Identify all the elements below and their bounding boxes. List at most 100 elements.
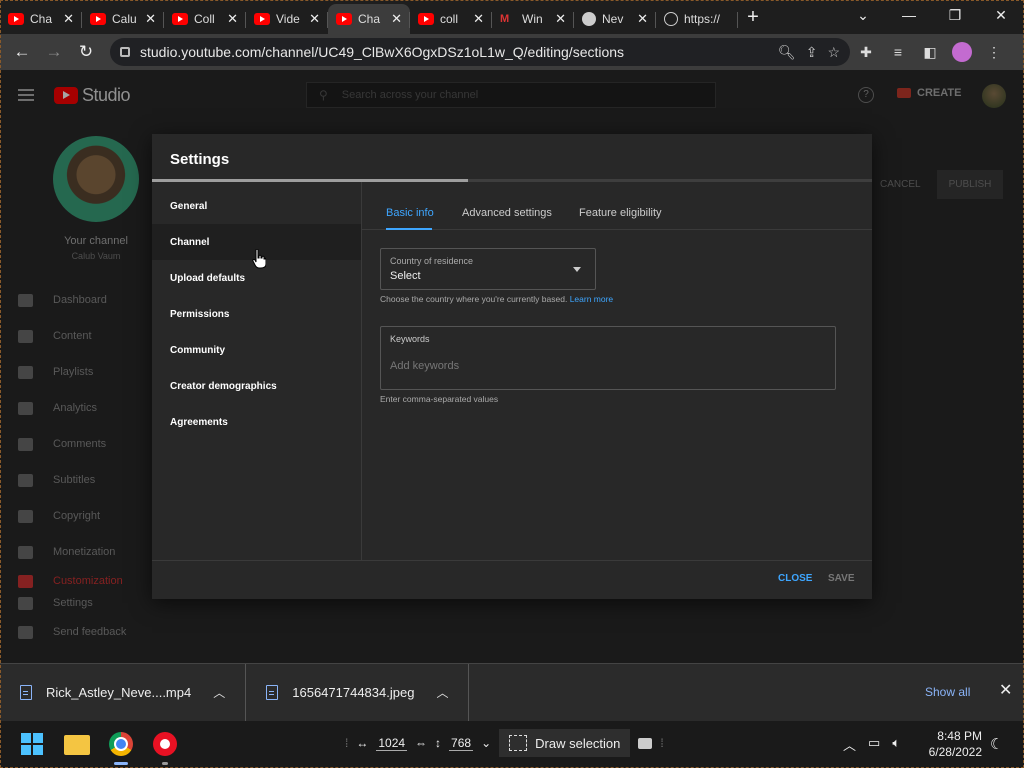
close-tab-icon[interactable]: ✕ <box>145 11 156 27</box>
extensions-icon[interactable]: ✚ <box>850 44 882 61</box>
close-window-button[interactable]: ✕ <box>978 7 1024 24</box>
country-label: Country of residence <box>390 256 474 266</box>
chrome-icon[interactable] <box>109 732 133 756</box>
youtube-icon <box>418 13 434 25</box>
screen-recorder-icon[interactable] <box>153 732 177 756</box>
close-tab-icon[interactable]: ✕ <box>227 11 238 27</box>
focus-assist-moon-icon[interactable]: ☾ <box>990 735 1003 753</box>
browser-tab[interactable]: https:// <box>656 4 738 34</box>
browser-toolbar: ← → ↻ studio.youtube.com/channel/UC49_Cl… <box>0 34 1024 70</box>
country-help-text: Choose the country where you're currentl… <box>380 294 613 304</box>
keywords-field[interactable]: Keywords Add keywords <box>380 326 836 390</box>
taskbar: ⁞ ↔ 1024 ⇔ ↕ 768 ⌄ Draw selection ⁞ ︿ ▭ … <box>0 721 1024 768</box>
tab-title: Coll <box>194 12 215 26</box>
tab-strip: Cha ✕ Calu ✕ Coll ✕ Vide ✕ Cha ✕ coll ✕ M Win ✕ … <box>0 0 1024 34</box>
capture-toolbar: ⁞ ↔ 1024 ⇔ ↕ 768 ⌄ Draw selection ⁞ <box>345 725 664 761</box>
link-icon[interactable]: ⇔ <box>415 736 427 750</box>
minimize-button[interactable]: — <box>886 7 932 23</box>
drag-handle-icon[interactable]: ⁞ <box>345 736 348 750</box>
windows-start-icon[interactable] <box>21 733 43 755</box>
settings-nav-general[interactable]: General <box>152 188 361 224</box>
clock-time: 8:48 PM <box>937 729 982 743</box>
side-panel-icon[interactable]: ◧ <box>914 44 946 61</box>
bookmark-star-icon[interactable]: ☆ <box>827 44 840 61</box>
browser-tab[interactable]: Cha ✕ <box>0 4 82 34</box>
tab-title: Nev <box>602 12 624 26</box>
dialog-footer-divider <box>152 560 872 561</box>
close-tab-icon[interactable]: ✕ <box>555 11 566 27</box>
network-icon[interactable]: ▭ <box>868 735 880 754</box>
running-indicator <box>114 762 128 765</box>
browser-tab[interactable]: coll ✕ <box>410 4 492 34</box>
browser-tab[interactable]: Vide ✕ <box>246 4 328 34</box>
show-all-button[interactable]: Show all <box>925 685 970 699</box>
tab-title: coll <box>440 12 459 26</box>
tab-title: Cha <box>30 12 53 26</box>
width-icon: ↔ <box>356 736 369 750</box>
selection-icon <box>509 735 528 751</box>
close-button[interactable]: CLOSE <box>778 573 812 584</box>
browser-tab[interactable]: Coll ✕ <box>164 4 246 34</box>
chevron-down-icon[interactable]: ⌄ <box>481 736 491 750</box>
media-control-icon[interactable]: ≡ <box>882 44 914 60</box>
settings-dialog: Settings General Channel Upload defaults… <box>152 134 872 599</box>
download-item[interactable]: 1656471744834.jpeg ︿ <box>246 663 470 722</box>
keywords-input[interactable]: Add keywords <box>390 360 459 372</box>
height-value[interactable]: 768 <box>449 736 474 751</box>
file-icon <box>266 685 279 700</box>
globe-icon <box>664 12 678 26</box>
browser-menu-icon[interactable]: ⋮ <box>978 44 1010 61</box>
chevron-up-icon[interactable]: ︿ <box>213 684 225 701</box>
tab-title: Calu <box>112 12 137 26</box>
volume-icon[interactable]: 🔈︎ <box>892 735 900 754</box>
restore-button[interactable]: ❐ <box>932 7 978 24</box>
settings-nav-community[interactable]: Community <box>152 332 361 368</box>
youtube-icon <box>90 13 106 25</box>
lock-icon[interactable] <box>120 47 130 57</box>
tab-advanced-settings[interactable]: Advanced settings <box>462 207 552 219</box>
tab-search-icon[interactable]: ⌄ <box>840 7 886 24</box>
chevron-up-icon[interactable]: ︿ <box>843 735 856 754</box>
download-item[interactable]: Rick_Astley_Neve....mp4 ︿ <box>0 663 247 722</box>
draw-selection-label: Draw selection <box>535 735 621 751</box>
reload-button[interactable]: ↻ <box>70 42 102 62</box>
country-select[interactable]: Country of residence Select <box>380 248 596 290</box>
close-downloads-icon[interactable]: ✕ <box>999 680 1012 700</box>
close-tab-icon[interactable]: ✕ <box>473 11 484 27</box>
system-tray: ︿ ▭ 🔈︎ <box>843 735 900 754</box>
learn-more-link[interactable]: Learn more <box>570 294 613 304</box>
profile-avatar[interactable] <box>952 42 972 62</box>
close-tab-icon[interactable]: ✕ <box>63 11 74 27</box>
forward-button[interactable]: → <box>38 42 70 62</box>
clock[interactable]: 8:48 PM 6/28/2022 <box>920 728 982 760</box>
width-value[interactable]: 1024 <box>376 736 408 751</box>
dropdown-arrow-icon <box>573 267 581 272</box>
drag-handle-icon[interactable]: ⁞ <box>660 736 663 750</box>
url-text[interactable]: studio.youtube.com/channel/UC49_ClBwX6Og… <box>140 44 768 60</box>
close-tab-icon[interactable]: ✕ <box>391 11 402 27</box>
zoom-icon[interactable]: 🔍︎ <box>778 44 796 61</box>
browser-tab-active[interactable]: Cha ✕ <box>328 4 410 34</box>
settings-nav-creator-demographics[interactable]: Creator demographics <box>152 368 361 404</box>
browser-tab[interactable]: M Win ✕ <box>492 4 574 34</box>
close-tab-icon[interactable]: ✕ <box>637 11 648 27</box>
chevron-up-icon[interactable]: ︿ <box>436 684 448 701</box>
settings-nav-agreements[interactable]: Agreements <box>152 404 361 440</box>
close-tab-icon[interactable]: ✕ <box>309 11 320 27</box>
settings-nav-permissions[interactable]: Permissions <box>152 296 361 332</box>
file-explorer-icon[interactable] <box>64 735 90 755</box>
new-tab-button[interactable]: + <box>738 6 768 29</box>
tab-basic-info[interactable]: Basic info <box>386 207 434 219</box>
browser-tab[interactable]: Calu ✕ <box>82 4 164 34</box>
file-icon <box>20 685 32 700</box>
back-button[interactable]: ← <box>6 42 38 62</box>
share-icon[interactable]: ⇪ <box>806 44 818 61</box>
tab-feature-eligibility[interactable]: Feature eligibility <box>579 207 662 219</box>
camera-icon[interactable] <box>638 737 653 749</box>
settings-nav: General Channel Upload defaults Permissi… <box>152 188 361 440</box>
browser-tab[interactable]: Nev ✕ <box>574 4 656 34</box>
address-bar[interactable]: studio.youtube.com/channel/UC49_ClBwX6Og… <box>110 38 850 66</box>
save-button[interactable]: SAVE <box>828 573 855 584</box>
youtube-icon <box>8 13 24 25</box>
draw-selection-button[interactable]: Draw selection <box>499 729 631 757</box>
